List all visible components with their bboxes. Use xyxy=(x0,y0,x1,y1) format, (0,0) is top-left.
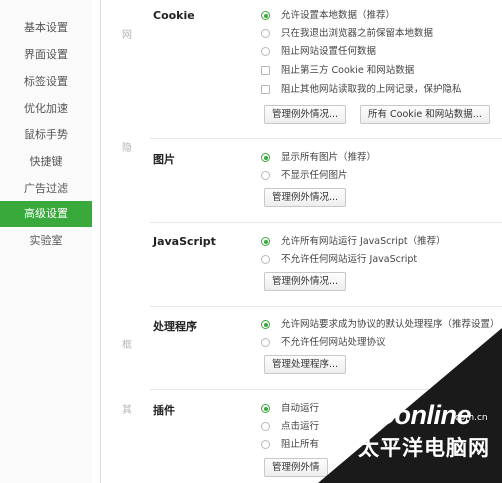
cookie-manage-exceptions-button[interactable]: 管理例外情况... xyxy=(264,105,347,124)
sidebar-divider xyxy=(100,0,101,483)
option-label: 阻止所有 xyxy=(281,439,320,450)
option-label: 点击运行 xyxy=(281,421,320,432)
radio-unchecked-icon[interactable] xyxy=(261,422,270,431)
sidebar-item-adblock[interactable]: 广告过滤 xyxy=(0,176,92,202)
option-label: 允许设置本地数据（推荐） xyxy=(281,10,396,21)
section-divider xyxy=(150,389,502,390)
option-label: 允许所有网站运行 JavaScript（推荐） xyxy=(281,236,446,247)
option-label: 不显示任何图片 xyxy=(281,170,348,181)
section-divider xyxy=(150,138,502,139)
option-label: 显示所有图片（推荐） xyxy=(281,152,377,163)
javascript-manage-exceptions-button[interactable]: 管理例外情况... xyxy=(264,272,347,291)
option-label: 自动运行 xyxy=(281,403,320,414)
ghost-label-frame: 框 xyxy=(122,340,132,351)
sidebar-item-advanced[interactable]: 高级设置 xyxy=(0,201,92,227)
radio-unchecked-icon[interactable] xyxy=(261,255,270,264)
checkbox-icon[interactable] xyxy=(261,66,270,75)
images-manage-exceptions-button[interactable]: 管理例外情况... xyxy=(264,188,347,207)
checkbox-icon[interactable] xyxy=(261,85,270,94)
option-label: 允许网站要求成为协议的默认处理程序（推荐设置） xyxy=(281,319,500,330)
radio-unchecked-icon[interactable] xyxy=(261,338,270,347)
watermark-chinese-name: 太平洋电脑网 xyxy=(358,436,490,460)
manage-handlers-button[interactable]: 管理处理程序... xyxy=(264,355,347,374)
radio-unchecked-icon[interactable] xyxy=(261,29,270,38)
ghost-label-other: 其 xyxy=(122,405,132,416)
section-divider xyxy=(150,306,502,307)
ghost-label-network: 网 xyxy=(122,30,132,41)
option-label: 不允许任何网站运行 JavaScript xyxy=(281,254,418,265)
watermark-domain: .com.cn xyxy=(452,413,488,423)
section-divider xyxy=(150,222,502,223)
javascript-section-title: JavaScript xyxy=(153,235,216,248)
option-label: 阻止第三方 Cookie 和网站数据 xyxy=(281,65,415,76)
radio-checked-icon[interactable] xyxy=(261,320,270,329)
radio-unchecked-icon[interactable] xyxy=(261,440,270,449)
radio-checked-icon[interactable] xyxy=(261,153,270,162)
option-label: 阻止其他网站读取我的上网记录，保护隐私 xyxy=(281,84,462,95)
sidebar-item-basic[interactable]: 基本设置 xyxy=(0,15,92,41)
radio-checked-icon[interactable] xyxy=(261,404,270,413)
radio-checked-icon[interactable] xyxy=(261,11,270,20)
option-label: 不允许任何网站处理协议 xyxy=(281,337,386,348)
radio-unchecked-icon[interactable] xyxy=(261,171,270,180)
option-label: 只在我退出浏览器之前保留本地数据 xyxy=(281,28,434,39)
radio-checked-icon[interactable] xyxy=(261,237,270,246)
sidebar-item-interface[interactable]: 界面设置 xyxy=(0,42,92,68)
cookie-section-title: Cookie xyxy=(153,9,195,22)
sidebar-item-mouse-gestures[interactable]: 鼠标手势 xyxy=(0,122,92,148)
option-label: 阻止网站设置任何数据 xyxy=(281,46,377,57)
sidebar-item-optimize[interactable]: 优化加速 xyxy=(0,96,92,122)
all-cookies-button[interactable]: 所有 Cookie 和网站数据... xyxy=(360,105,490,124)
ghost-label-privacy: 隐 xyxy=(122,143,132,154)
images-section-title: 图片 xyxy=(153,153,175,166)
sidebar-item-tabs[interactable]: 标签设置 xyxy=(0,69,92,95)
plugins-section-title: 插件 xyxy=(153,404,175,417)
handlers-section-title: 处理程序 xyxy=(153,320,197,333)
sidebar-item-shortcuts[interactable]: 快捷键 xyxy=(0,149,92,175)
sidebar-item-lab[interactable]: 实验室 xyxy=(0,228,92,254)
plugins-manage-exceptions-button[interactable]: 管理例外情 xyxy=(264,458,328,477)
radio-unchecked-icon[interactable] xyxy=(261,47,270,56)
settings-sidebar: 基本设置 界面设置 标签设置 优化加速 鼠标手势 快捷键 广告过滤 高级设置 实… xyxy=(0,0,92,483)
